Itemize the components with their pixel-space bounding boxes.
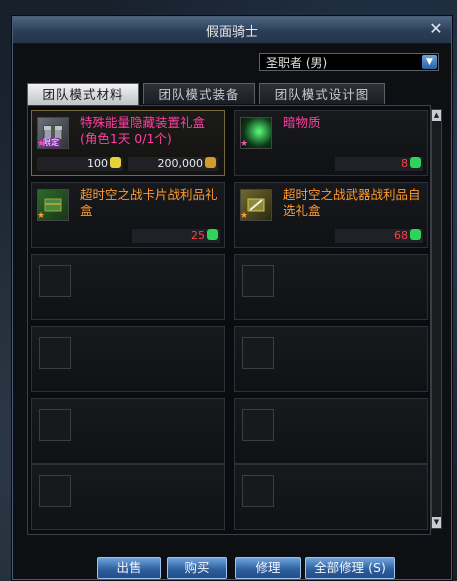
- price-points: 100: [37, 157, 123, 171]
- tab-team-blueprints[interactable]: 团队模式设计图: [259, 83, 385, 104]
- item-count: 25: [132, 229, 220, 243]
- scroll-up-icon[interactable]: ▲: [432, 110, 441, 121]
- star-icon: ★: [37, 139, 46, 149]
- empty-slot: [234, 464, 428, 530]
- dark-matter-small-icon: [410, 157, 421, 168]
- action-bar: 出售 购买 修理 全部修理 (S): [13, 557, 451, 579]
- empty-slot: [234, 326, 428, 392]
- price-points-value: 100: [87, 157, 108, 170]
- coin-icon: [110, 157, 121, 168]
- item-slot-4[interactable]: ★ 超时空之战武器战利品自选礼盒 68: [234, 182, 428, 248]
- empty-icon-frame: [39, 337, 71, 369]
- price-gold-value: 200,000: [157, 157, 204, 170]
- gift-box-icon: 限定 ★: [37, 117, 69, 149]
- tab-team-materials[interactable]: 团队模式材料: [27, 83, 139, 105]
- empty-slot: [31, 398, 225, 464]
- empty-icon-frame: [39, 409, 71, 441]
- dark-matter-icon: ★: [240, 117, 272, 149]
- item-count-value: 68: [394, 229, 408, 242]
- close-icon[interactable]: ✕: [427, 20, 445, 38]
- shop-window: 假面骑士 ✕ 圣职者 (男) ▼ 团队模式材料 团队模式装备 团队模式设计图 限…: [12, 16, 452, 580]
- empty-icon-frame: [242, 265, 274, 297]
- empty-slot: [31, 326, 225, 392]
- gold-icon: [205, 157, 216, 168]
- empty-slot: [234, 398, 428, 464]
- scrollbar[interactable]: ▲ ▼: [431, 109, 442, 529]
- item-slot-3[interactable]: ★ 超时空之战卡片战利品礼盒 25: [31, 182, 225, 248]
- item-name: 超时空之战卡片战利品礼盒: [80, 187, 218, 218]
- item-slot-1[interactable]: 限定 ★ 特殊能量隐藏装置礼盒(角色1天 0/1个) 100 200,000: [31, 110, 225, 176]
- star-icon: ★: [37, 211, 46, 221]
- empty-icon-frame: [242, 475, 274, 507]
- star-icon: ★: [240, 211, 249, 221]
- title-bar[interactable]: 假面骑士 ✕: [13, 17, 451, 44]
- sell-button[interactable]: 出售: [97, 557, 161, 579]
- scroll-down-icon[interactable]: ▼: [432, 517, 441, 528]
- empty-icon-frame: [242, 337, 274, 369]
- empty-icon-frame: [242, 409, 274, 441]
- star-icon: ★: [240, 139, 249, 149]
- window-title: 假面骑士: [205, 25, 258, 40]
- class-select[interactable]: 圣职者 (男) ▼: [259, 53, 439, 71]
- dark-matter-small-icon: [207, 229, 218, 240]
- item-count: 68: [335, 229, 423, 243]
- tab-team-equipment[interactable]: 团队模式装备: [143, 83, 255, 104]
- item-name: 特殊能量隐藏装置礼盒(角色1天 0/1个): [80, 115, 206, 146]
- empty-slot: [234, 254, 428, 320]
- card-chest-icon: ★: [37, 189, 69, 221]
- empty-icon-frame: [39, 265, 71, 297]
- dark-matter-small-icon: [410, 229, 421, 240]
- repair-all-button[interactable]: 全部修理 (S): [305, 557, 395, 579]
- item-count-value: 25: [191, 229, 205, 242]
- item-grid: 限定 ★ 特殊能量隐藏装置礼盒(角色1天 0/1个) 100 200,000 ★…: [27, 105, 431, 535]
- weapon-chest-icon: ★: [240, 189, 272, 221]
- empty-slot: [31, 464, 225, 530]
- repair-button[interactable]: 修理: [235, 557, 301, 579]
- item-name: 暗物质: [283, 115, 321, 130]
- buy-button[interactable]: 购买: [167, 557, 227, 579]
- item-name: 超时空之战武器战利品自选礼盒: [283, 187, 421, 218]
- price-gold: 200,000: [128, 157, 218, 171]
- class-select-value: 圣职者 (男): [266, 56, 328, 70]
- empty-icon-frame: [39, 475, 71, 507]
- item-slot-2[interactable]: ★ 暗物质 8: [234, 110, 428, 176]
- chevron-down-icon[interactable]: ▼: [422, 55, 437, 69]
- item-count-value: 8: [401, 157, 408, 170]
- item-count: 8: [335, 157, 423, 171]
- empty-slot: [31, 254, 225, 320]
